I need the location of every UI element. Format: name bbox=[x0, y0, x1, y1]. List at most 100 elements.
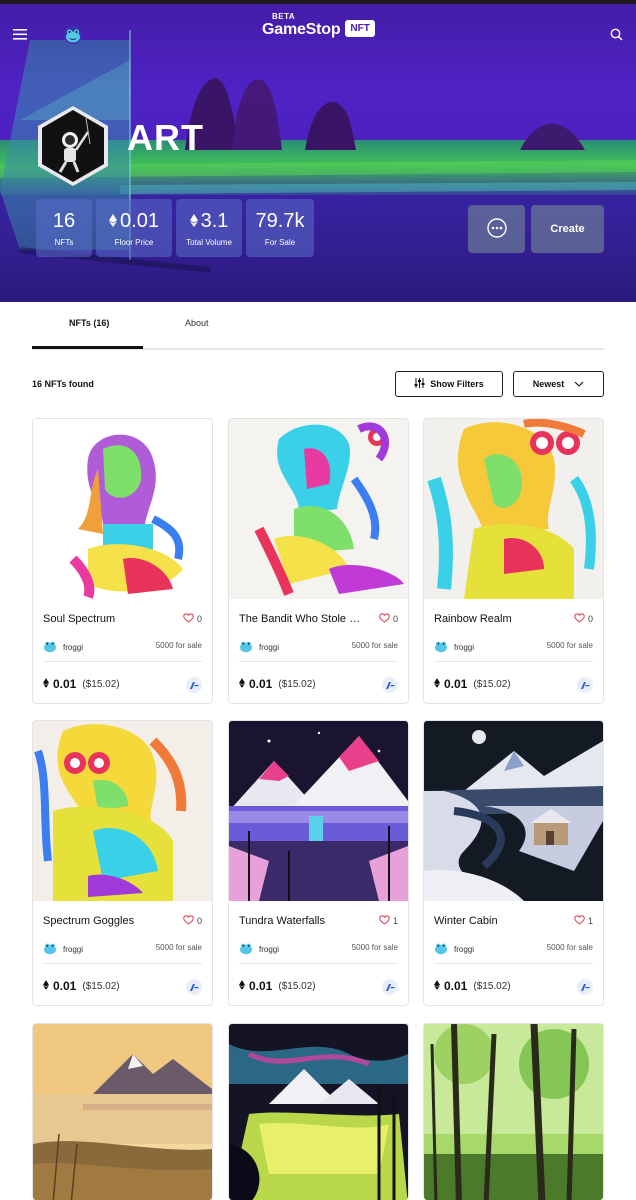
creator-link[interactable]: froggi bbox=[239, 941, 279, 957]
nft-image bbox=[424, 721, 603, 901]
active-tab-indicator bbox=[32, 346, 143, 349]
ethereum-icon bbox=[43, 979, 49, 993]
stat-floor-price: 0.01 Floor Price bbox=[96, 199, 172, 257]
frog-avatar-icon bbox=[43, 941, 57, 957]
sliders-icon bbox=[414, 378, 425, 390]
supply-text: 5000 for sale bbox=[155, 641, 202, 650]
loopring-chain-icon bbox=[577, 677, 593, 693]
price: 0.01 ($15.02) bbox=[239, 979, 316, 993]
show-filters-button[interactable]: Show Filters bbox=[395, 371, 503, 397]
nft-card[interactable]: Spectrum Goggles 0 froggi 5000 for sale … bbox=[32, 720, 213, 1006]
ethereum-icon bbox=[434, 979, 440, 993]
price: 0.01 ($15.02) bbox=[239, 677, 316, 691]
supply-text: 5000 for sale bbox=[546, 641, 593, 650]
nft-image bbox=[229, 721, 408, 901]
frog-avatar-icon bbox=[43, 639, 57, 655]
ethereum-icon bbox=[239, 677, 245, 691]
price: 0.01 ($15.02) bbox=[434, 677, 511, 691]
creator-link[interactable]: froggi bbox=[43, 639, 83, 655]
ethereum-icon bbox=[109, 210, 118, 233]
stat-for-sale: 79.7k For Sale bbox=[246, 199, 314, 257]
nft-card[interactable]: Soul Spectrum 0 froggi 5000 for sale 0.0… bbox=[32, 418, 213, 704]
nft-card[interactable]: Winter Cabin 1 froggi 5000 for sale 0.01… bbox=[423, 720, 604, 1006]
create-button[interactable]: Create bbox=[531, 205, 604, 253]
ethereum-icon bbox=[189, 210, 198, 233]
heart-icon bbox=[379, 613, 390, 625]
like-button[interactable]: 0 bbox=[183, 613, 202, 625]
ethereum-icon bbox=[434, 677, 440, 691]
nft-badge: NFT bbox=[345, 20, 375, 37]
ethereum-icon bbox=[239, 979, 245, 993]
more-options-button[interactable] bbox=[468, 205, 525, 253]
frog-avatar-icon[interactable] bbox=[62, 24, 84, 46]
heart-icon bbox=[183, 915, 194, 927]
sort-dropdown[interactable]: Newest bbox=[513, 371, 604, 397]
nft-card[interactable] bbox=[32, 1023, 213, 1200]
nft-title: Spectrum Goggles bbox=[43, 915, 135, 927]
nft-card[interactable]: The Bandit Who Stole M... 0 froggi 5000 … bbox=[228, 418, 409, 704]
nft-title: The Bandit Who Stole M... bbox=[239, 613, 367, 625]
more-dots-icon bbox=[486, 217, 507, 241]
creator-link[interactable]: froggi bbox=[434, 639, 474, 655]
frog-avatar-icon bbox=[239, 639, 253, 655]
nft-image bbox=[33, 721, 212, 901]
price: 0.01 ($15.02) bbox=[43, 979, 120, 993]
supply-text: 5000 for sale bbox=[155, 943, 202, 952]
creator-link[interactable]: froggi bbox=[239, 639, 279, 655]
like-button[interactable]: 1 bbox=[379, 915, 398, 927]
nft-card[interactable] bbox=[228, 1023, 409, 1200]
loopring-chain-icon bbox=[577, 979, 593, 995]
nft-title: Tundra Waterfalls bbox=[239, 915, 325, 927]
nft-title: Winter Cabin bbox=[434, 915, 498, 927]
search-icon[interactable] bbox=[606, 24, 626, 44]
price: 0.01 ($15.02) bbox=[434, 979, 511, 993]
like-button[interactable]: 0 bbox=[379, 613, 398, 625]
heart-icon bbox=[574, 915, 585, 927]
frog-avatar-icon bbox=[239, 941, 253, 957]
nft-card[interactable] bbox=[423, 1023, 604, 1200]
nft-card[interactable]: Rainbow Realm 0 froggi 5000 for sale 0.0… bbox=[423, 418, 604, 704]
beta-label: BETA bbox=[272, 12, 296, 21]
price: 0.01 ($15.02) bbox=[43, 677, 120, 691]
heart-icon bbox=[379, 915, 390, 927]
tab-about[interactable]: About bbox=[185, 318, 209, 328]
supply-text: 5000 for sale bbox=[546, 943, 593, 952]
like-button[interactable]: 0 bbox=[183, 915, 202, 927]
nft-title: Soul Spectrum bbox=[43, 613, 116, 625]
loopring-chain-icon bbox=[186, 677, 202, 693]
heart-icon bbox=[183, 613, 194, 625]
loopring-chain-icon bbox=[382, 677, 398, 693]
collection-stats: 16 NFTs 0.01 Floor Price 3.1 Total Volum… bbox=[36, 199, 314, 257]
nft-image bbox=[33, 1024, 212, 1200]
supply-text: 5000 for sale bbox=[351, 943, 398, 952]
like-button[interactable]: 0 bbox=[574, 613, 593, 625]
collection-banner: BETA GameStop NFT ART 16 NFTs 0.01 Floor… bbox=[0, 0, 636, 302]
heart-icon bbox=[574, 613, 585, 625]
stat-total-volume: 3.1 Total Volume bbox=[176, 199, 242, 257]
ethereum-icon bbox=[43, 677, 49, 691]
supply-text: 5000 for sale bbox=[351, 641, 398, 650]
collection-title: ART bbox=[127, 117, 204, 158]
gamestop-nft-logo[interactable]: BETA GameStop NFT bbox=[262, 12, 375, 39]
frog-avatar-icon bbox=[434, 639, 448, 655]
nft-image bbox=[424, 419, 603, 599]
frog-avatar-icon bbox=[434, 941, 448, 957]
nft-image bbox=[424, 1024, 603, 1200]
hamburger-menu-icon[interactable] bbox=[8, 24, 32, 44]
nft-card[interactable]: Tundra Waterfalls 1 froggi 5000 for sale… bbox=[228, 720, 409, 1006]
creator-link[interactable]: froggi bbox=[434, 941, 474, 957]
collection-avatar bbox=[36, 104, 110, 188]
creator-link[interactable]: froggi bbox=[43, 941, 83, 957]
chevron-down-icon bbox=[574, 379, 584, 389]
like-button[interactable]: 1 bbox=[574, 915, 593, 927]
logo-wordmark: BETA GameStop bbox=[262, 12, 341, 38]
results-count: 16 NFTs found bbox=[32, 379, 94, 389]
tab-nfts[interactable]: NFTs (16) bbox=[69, 318, 109, 328]
collection-tabs: NFTs (16) About bbox=[32, 310, 604, 350]
nft-title: Rainbow Realm bbox=[434, 613, 512, 625]
loopring-chain-icon bbox=[382, 979, 398, 995]
loopring-chain-icon bbox=[186, 979, 202, 995]
nft-image bbox=[33, 419, 212, 599]
nft-image bbox=[229, 419, 408, 599]
stat-nfts: 16 NFTs bbox=[36, 199, 92, 257]
